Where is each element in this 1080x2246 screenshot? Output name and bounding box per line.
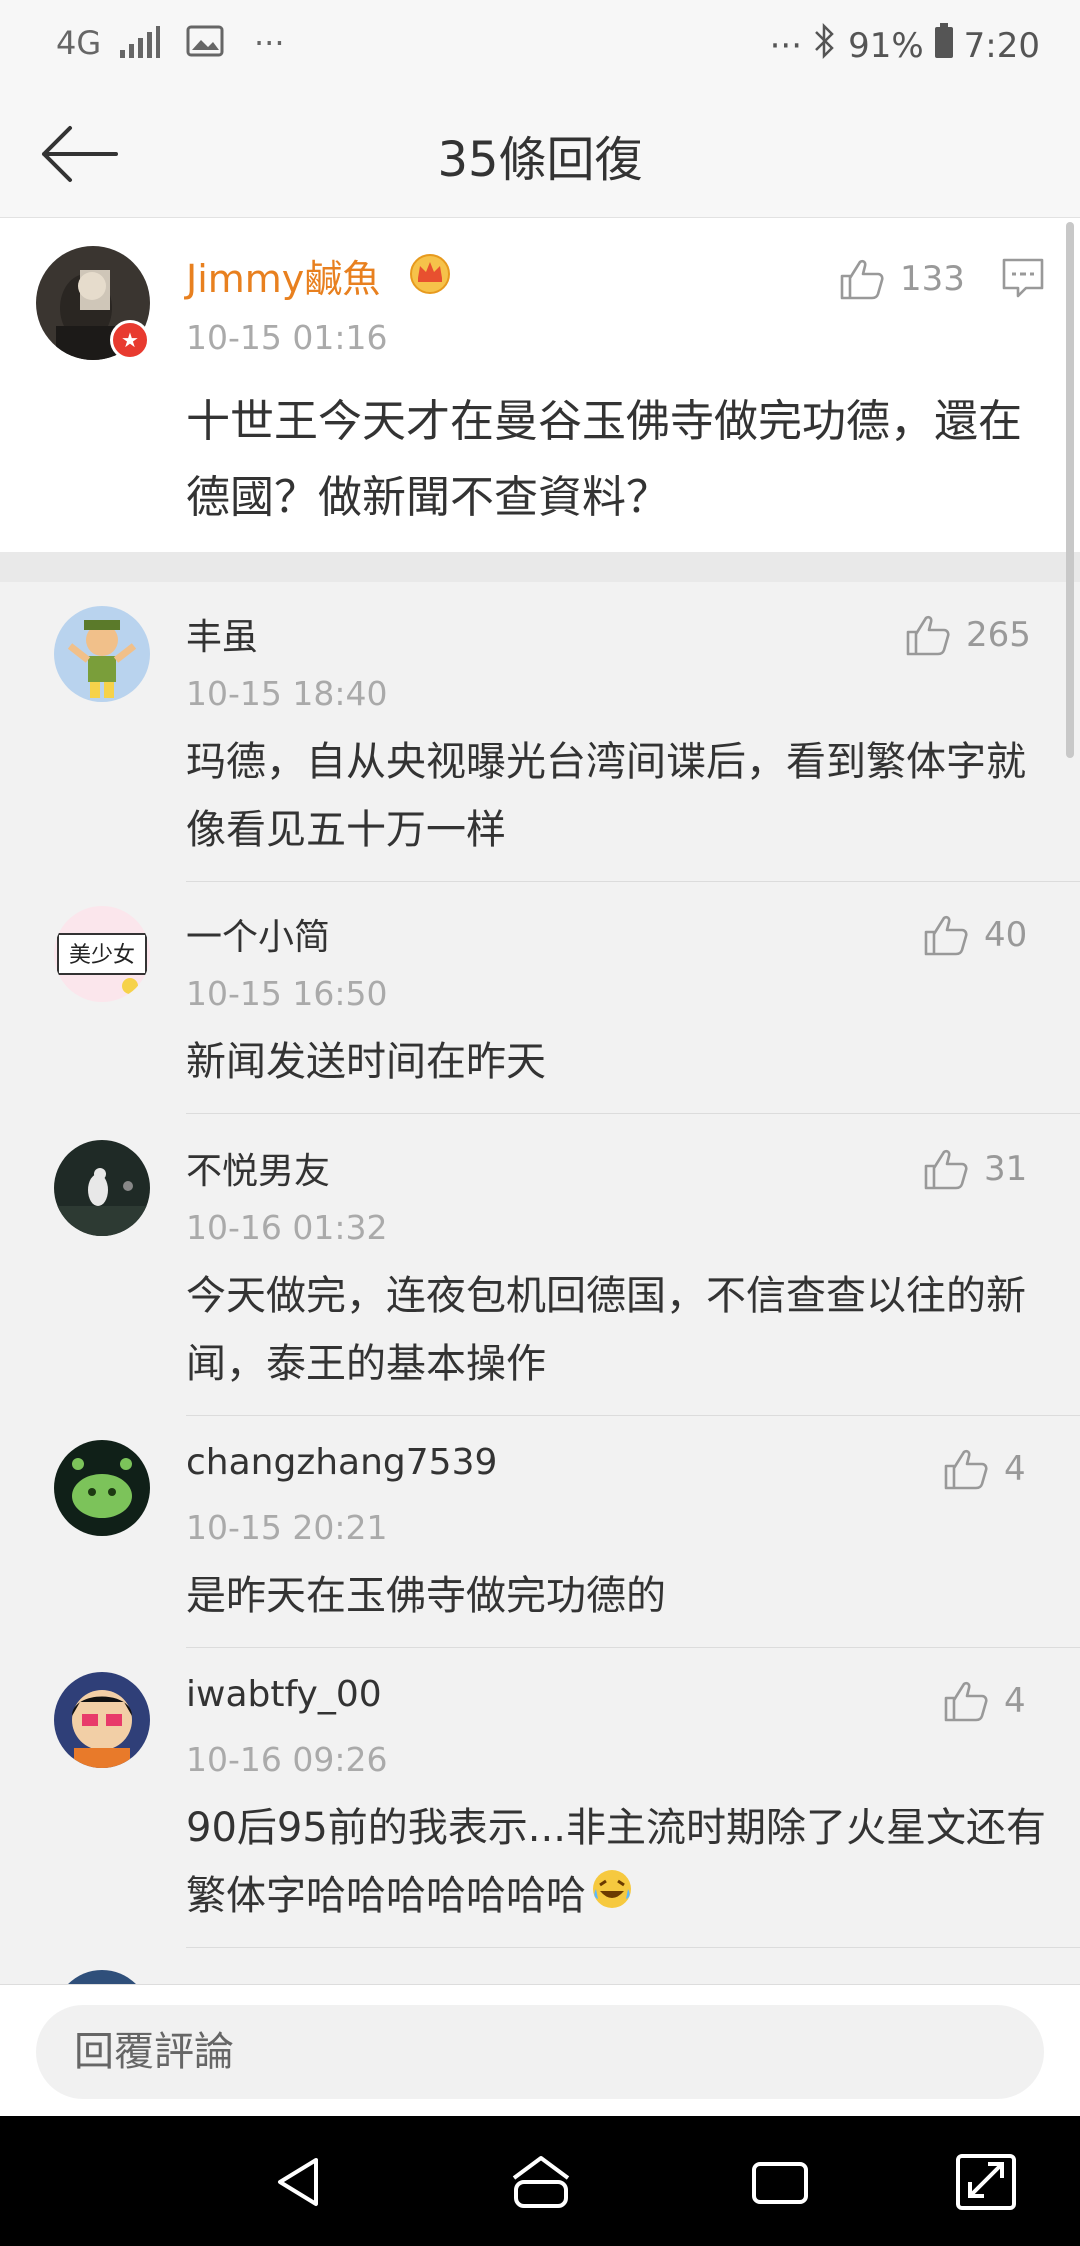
thumbs-up-icon [906, 615, 950, 656]
like-button[interactable]: 31 [922, 1146, 1027, 1192]
reply-time: 10-16 01:32 [186, 1208, 388, 1247]
username[interactable]: changzhang7539 [186, 1442, 497, 1483]
section-divider [0, 552, 1080, 582]
vip-badge-icon: ★ [110, 320, 150, 360]
expand-icon [956, 2154, 1016, 2210]
row-divider [186, 1947, 1080, 1948]
bluetooth-icon [812, 22, 838, 69]
more-notifications: ··· [254, 24, 285, 62]
username[interactable]: Jimmy鹹魚 [186, 248, 380, 303]
nav-home-button[interactable] [506, 2150, 576, 2214]
header: 35條回復 [0, 90, 1080, 218]
reply-text: 90后95前的我表示...非主流时期除了火星文还有繁体字哈哈哈哈哈哈哈 [186, 1794, 1046, 1932]
thumbs-up-icon [944, 1681, 988, 1722]
avatar[interactable]: 美少女 [54, 906, 150, 1002]
avatar[interactable] [54, 1440, 150, 1536]
reply-time: 10-15 20:21 [186, 1508, 388, 1547]
nav-back-button[interactable] [266, 2150, 336, 2214]
status-bar: 4G ··· ··· 91% 7:20 [0, 0, 1080, 90]
status-right: ··· 91% 7:20 [770, 22, 1040, 69]
system-nav-bar [0, 2116, 1080, 2246]
reply-icon[interactable] [1000, 254, 1046, 300]
thumbs-up-icon [944, 1449, 988, 1490]
main-comment: ★ Jimmy鹹魚 10-15 01:16 133 十世王今天才在曼谷玉佛寺做完… [0, 218, 1080, 552]
avatar[interactable] [54, 606, 150, 702]
like-count: 31 [984, 1149, 1028, 1189]
clock: 7:20 [963, 25, 1040, 66]
nav-home-icon [512, 2156, 570, 2208]
network-indicator: 4G [56, 24, 102, 62]
like-count: 265 [966, 615, 1031, 655]
reply-time: 10-16 09:26 [186, 1740, 388, 1779]
reply-text: 是昨天在玉佛寺做完功德的 [186, 1573, 666, 1619]
battery-percent: 91% [848, 25, 924, 66]
reply-time: 10-15 18:40 [186, 674, 388, 713]
thumbs-up-icon [924, 915, 968, 956]
nav-back-icon [278, 2158, 318, 2206]
page-title: 35條回復 [437, 132, 643, 188]
nav-recents-icon [752, 2162, 808, 2204]
username[interactable]: 丰虽 [186, 608, 258, 660]
like-button[interactable]: 265 [904, 612, 1031, 658]
nav-recents-button[interactable] [746, 2150, 816, 2214]
signal-icon [118, 24, 162, 68]
reply-input-bar [0, 1984, 1080, 2116]
username[interactable]: 一个小简 [186, 908, 330, 960]
scrollbar[interactable] [1066, 222, 1074, 758]
comment-text: 十世王今天才在曼谷玉佛寺做完功德，還在德國？做新聞不查資料？ [186, 396, 1022, 523]
reply-item[interactable]: changzhang7539 10-15 20:21 4 是昨天在玉佛寺做完功德… [0, 1416, 1080, 1648]
crown-icon [406, 250, 454, 294]
like-button[interactable]: 40 [922, 912, 1027, 958]
thumbs-up-icon [840, 259, 884, 300]
avatar-label: 美少女 [69, 943, 135, 968]
reply-item[interactable]: 不悦男友 10-16 01:32 31 今天做完，连夜包机回德国，不信查查以往的… [0, 1114, 1080, 1416]
gallery-icon [186, 24, 224, 66]
reply-item[interactable]: iwabtfy_00 10-16 09:26 4 90后95前的我表示...非主… [0, 1648, 1080, 1948]
laugh-cry-emoji-icon [590, 1864, 634, 1932]
reply-time: 10-15 16:50 [186, 974, 388, 1013]
thumbs-up-icon [924, 1149, 968, 1190]
avatar[interactable] [54, 1672, 150, 1768]
like-button[interactable]: 4 [942, 1446, 1026, 1492]
reply-item[interactable]: 美少女 一个小简 10-15 16:50 40 新闻发送时间在昨天 [0, 882, 1080, 1114]
reply-item[interactable]: 丰虽 10-15 18:40 265 玛德，自从央视曝光台湾间谍后，看到繁体字就… [0, 582, 1080, 882]
more-status: ··· [769, 25, 803, 66]
username[interactable]: 不悦男友 [186, 1142, 330, 1194]
like-count: 40 [984, 915, 1028, 955]
reply-text: 新闻发送时间在昨天 [186, 1039, 546, 1085]
reply-input[interactable] [36, 2005, 1044, 2099]
username[interactable]: iwabtfy_00 [186, 1674, 382, 1715]
nav-expand-button[interactable] [952, 2150, 1022, 2214]
battery-icon [934, 23, 954, 68]
like-count: 4 [1004, 1681, 1026, 1721]
reply-text: 今天做完，连夜包机回德国，不信查查以往的新闻，泰王的基本操作 [186, 1273, 1026, 1387]
reply-text: 玛德，自从央视曝光台湾间谍后，看到繁体字就像看见五十万一样 [186, 739, 1026, 853]
like-count: 133 [900, 259, 965, 299]
comment-time: 10-15 01:16 [186, 318, 388, 357]
like-button[interactable]: 133 [838, 256, 965, 302]
avatar[interactable] [54, 1140, 150, 1236]
like-count: 4 [1004, 1449, 1026, 1489]
reply-input-container[interactable] [36, 2005, 1044, 2099]
like-button[interactable]: 4 [942, 1678, 1026, 1724]
